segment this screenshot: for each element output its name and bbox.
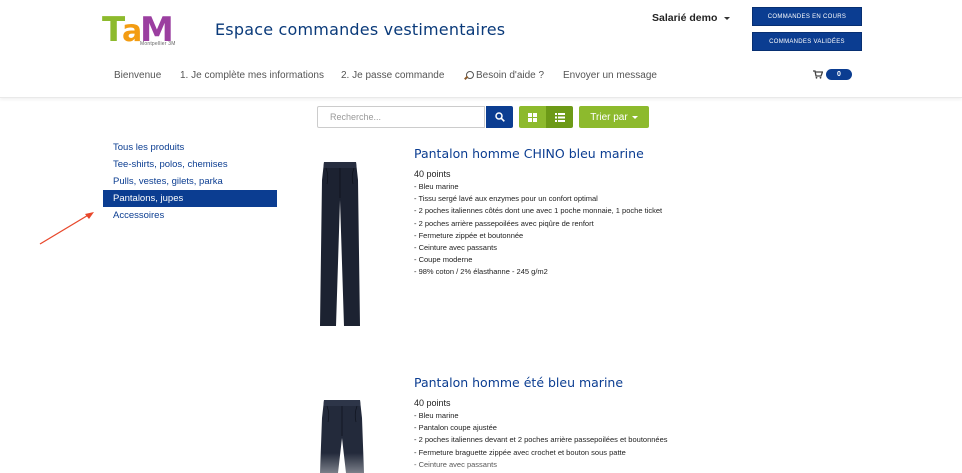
product-description: - Bleu marine - Tissu sergé lavé aux enz… xyxy=(414,181,662,279)
sort-label: Trier par xyxy=(590,111,628,123)
product-detail-line: - Tissu sergé lavé aux enzymes pour un c… xyxy=(414,194,598,204)
product-detail-line: - 2 poches arrière passepoilées avec piq… xyxy=(414,218,594,228)
product-points: 40 points xyxy=(414,169,451,179)
product-detail-line: - Coupe moderne xyxy=(414,255,473,265)
product-detail-line: - 2 poches italiennes côtés dont une ave… xyxy=(414,206,663,216)
cart-button[interactable]: 0 xyxy=(813,69,852,80)
cart-count-badge: 0 xyxy=(826,69,852,80)
category-sidebar: Tous les produits Tee-shirts, polos, che… xyxy=(103,139,277,224)
product-image-summer-pants[interactable] xyxy=(318,398,366,473)
user-menu[interactable]: Salarié demo xyxy=(652,12,731,24)
category-tshirts[interactable]: Tee-shirts, polos, chemises xyxy=(103,156,277,173)
user-name: Salarié demo xyxy=(652,12,718,24)
logo-subtext: Montpellier 3M xyxy=(140,41,176,47)
orders-current-button[interactable]: Commandes en cours xyxy=(752,7,862,26)
product-description: - Bleu marine - Pantalon coupe ajustée -… xyxy=(414,410,668,471)
chevron-down-icon xyxy=(631,115,638,119)
list-icon xyxy=(554,112,565,122)
product-detail-line: - Ceinture avec passants xyxy=(414,243,497,253)
chevron-down-icon xyxy=(724,16,731,20)
orders-validated-button[interactable]: Commandes validées xyxy=(752,32,862,51)
product-image-chino[interactable] xyxy=(318,160,362,330)
product-detail-line: - 98% coton / 2% élasthanne - 245 g/m2 xyxy=(414,267,548,277)
product-points: 40 points xyxy=(414,398,451,408)
category-pants[interactable]: Pantalons, jupes xyxy=(103,190,277,207)
product-detail-line: - 2 poches italiennes devant et 2 poches… xyxy=(414,435,668,445)
product-title[interactable]: Pantalon homme été bleu marine xyxy=(414,375,623,390)
main-nav: Bienvenue 1. Je complète mes information… xyxy=(0,57,962,98)
grid-view-button[interactable] xyxy=(519,106,546,128)
cart-icon xyxy=(813,70,823,79)
magnifier-icon xyxy=(463,70,474,81)
search-input[interactable]: Recherche... xyxy=(317,106,485,128)
nav-item-complete-info[interactable]: 1. Je complète mes informations xyxy=(180,70,324,81)
product-detail-line: - Ceinture avec passants xyxy=(414,459,497,469)
nav-help-label: Besoin d'aide ? xyxy=(476,70,545,81)
product-detail-line: - Bleu marine xyxy=(414,411,459,420)
category-pulls[interactable]: Pulls, vestes, gilets, parka xyxy=(103,173,277,190)
nav-item-welcome[interactable]: Bienvenue xyxy=(114,70,161,81)
nav-item-place-order[interactable]: 2. Je passe commande xyxy=(341,70,444,81)
annotation-arrow-icon xyxy=(39,212,94,245)
nav-item-help[interactable]: Besoin d'aide ? xyxy=(463,70,544,81)
category-all[interactable]: Tous les produits xyxy=(103,139,277,156)
sort-dropdown[interactable]: Trier par xyxy=(579,106,649,128)
product-detail-line: - Bleu marine xyxy=(414,182,459,191)
list-view-button[interactable] xyxy=(546,106,573,128)
site-title: Espace commandes vestimentaires xyxy=(215,20,506,39)
category-accessories[interactable]: Accessoires xyxy=(103,207,277,224)
product-title[interactable]: Pantalon homme CHINO bleu marine xyxy=(414,146,644,161)
product-detail-line: - Fermeture braguette zippée avec croche… xyxy=(414,447,626,457)
search-button[interactable] xyxy=(486,106,513,128)
grid-icon xyxy=(528,112,537,122)
product-detail-line: - Fermeture zippée et boutonnée xyxy=(414,230,524,240)
header: T a M Montpellier 3M Espace commandes ve… xyxy=(0,0,962,57)
nav-item-send-message[interactable]: Envoyer un message xyxy=(563,70,657,81)
product-detail-line: - Pantalon coupe ajustée xyxy=(414,423,497,433)
search-icon xyxy=(494,112,505,122)
